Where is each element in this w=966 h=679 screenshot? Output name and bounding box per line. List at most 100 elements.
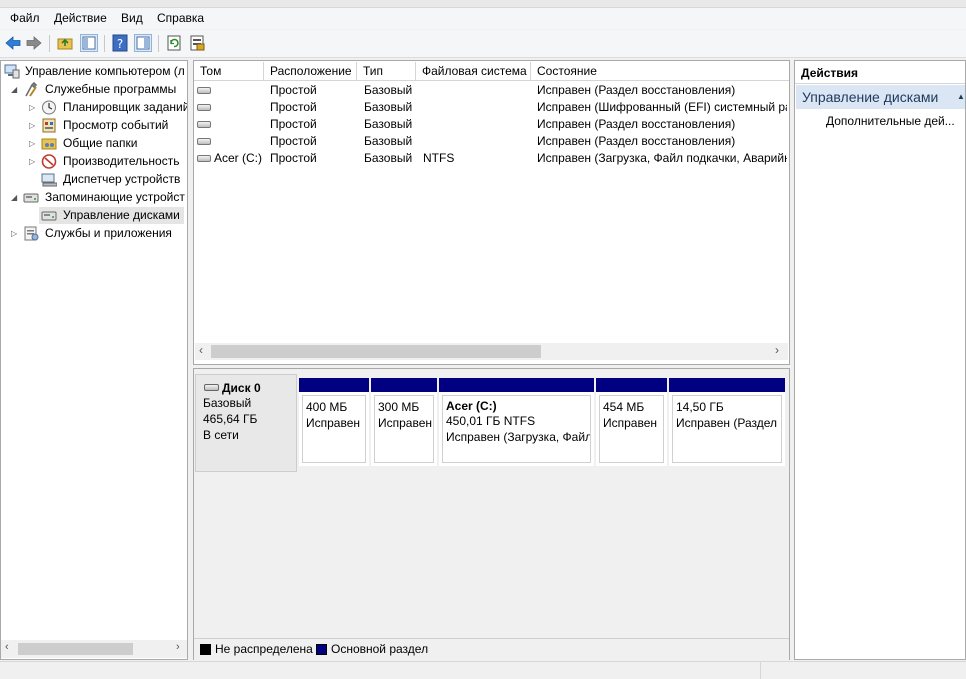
more-actions-link[interactable]: Дополнительные дей... <box>826 114 955 128</box>
table-row[interactable]: Простой Базовый Исправен (Раздел восстан… <box>194 133 788 150</box>
tree-item-label: Управление дисками <box>63 208 180 222</box>
column-header-volume[interactable]: Том <box>194 62 264 81</box>
tree-item-label: Запоминающие устройст <box>45 190 185 204</box>
legend-primary: Основной раздел <box>331 642 429 656</box>
collapse-triangle-icon[interactable]: ◢ <box>11 86 19 94</box>
refresh-icon[interactable] <box>165 34 183 52</box>
tree-item-storage[interactable]: ◢ Запоминающие устройст <box>11 189 187 206</box>
collapse-triangle-icon[interactable]: ◢ <box>11 194 19 202</box>
column-header-status[interactable]: Состояние <box>531 62 789 81</box>
computer-management-icon <box>4 64 20 79</box>
cell-volume: Acer (C:) <box>214 151 262 165</box>
svg-text:?: ? <box>117 37 123 51</box>
up-folder-icon[interactable] <box>56 34 74 52</box>
table-row[interactable]: Простой Базовый Исправен (Раздел восстан… <box>194 82 788 99</box>
actions-header: Действия <box>795 61 965 84</box>
scroll-thumb[interactable] <box>18 643 133 655</box>
primary-partition-swatch <box>316 644 327 655</box>
tree-item-device-manager[interactable]: Диспетчер устройств <box>29 171 187 188</box>
back-arrow-icon[interactable] <box>4 34 22 52</box>
clock-icon <box>41 100 57 115</box>
tree-item-services-applications[interactable]: ▷ Службы и приложения <box>11 225 187 242</box>
actions-header-label: Действия <box>801 66 859 80</box>
tree-item-label: Служебные программы <box>45 82 177 96</box>
scroll-right-arrow-icon[interactable]: › <box>176 641 180 653</box>
section-collapse-triangle-icon[interactable]: ▲ <box>957 92 965 101</box>
disk-0-label[interactable]: Диск 0 Базовый 465,64 ГБ В сети <box>195 374 297 472</box>
partition-1[interactable]: 400 МБ Исправен <box>299 378 369 466</box>
unallocated-swatch <box>200 644 211 655</box>
cell-type: Базовый <box>364 83 413 97</box>
expand-triangle-icon[interactable]: ▷ <box>29 104 37 112</box>
export-list-icon[interactable] <box>188 34 206 52</box>
table-row[interactable]: Acer (C:) Простой Базовый NTFS Исправен … <box>194 150 788 167</box>
window-title-strip <box>0 0 966 8</box>
cell-status: Исправен (Раздел восстановления) <box>537 83 736 97</box>
help-icon[interactable]: ? <box>111 34 129 52</box>
volume-drive-icon <box>197 138 211 145</box>
menu-action[interactable]: Действие <box>54 11 107 25</box>
cell-layout: Простой <box>270 134 317 148</box>
tree-item-task-scheduler[interactable]: ▷ Планировщик заданий <box>29 99 187 116</box>
cell-status: Исправен (Шифрованный (EFI) системный ра <box>537 100 787 114</box>
disk-type: Базовый <box>203 396 252 410</box>
legend-unallocated: Не распределена <box>215 642 313 656</box>
tools-icon <box>23 81 39 97</box>
storage-icon <box>23 190 39 205</box>
disk-status: В сети <box>203 428 239 442</box>
cell-type: Базовый <box>364 100 413 114</box>
forward-arrow-icon[interactable] <box>25 34 43 52</box>
partition-size: 14,50 ГБ <box>676 400 724 414</box>
partition-body: 400 МБ Исправен <box>302 395 366 463</box>
tree-item-label: Производительность <box>63 154 180 168</box>
expand-triangle-icon[interactable]: ▷ <box>29 158 37 166</box>
primary-partition-bar <box>299 378 369 392</box>
tree-item-event-viewer[interactable]: ▷ Просмотр событий <box>29 117 187 134</box>
column-header-layout[interactable]: Расположение <box>264 62 357 81</box>
expand-triangle-icon[interactable]: ▷ <box>29 122 37 130</box>
menu-file[interactable]: Файл <box>10 11 40 25</box>
partition-acer-c[interactable]: Acer (C:) 450,01 ГБ NTFS Исправен (Загру… <box>439 378 594 466</box>
partition-5[interactable]: 14,50 ГБ Исправен (Раздел <box>669 378 785 466</box>
partition-size: 400 МБ <box>306 400 348 414</box>
cell-status: Исправен (Загрузка, Файл подкачки, Авари… <box>537 151 787 165</box>
menu-help[interactable]: Справка <box>157 11 204 25</box>
list-horizontal-scrollbar[interactable]: ‹ › <box>195 343 788 360</box>
tree-item-performance[interactable]: ▷ Производительность <box>29 153 187 170</box>
expand-triangle-icon[interactable]: ▷ <box>29 140 37 148</box>
primary-partition-bar <box>669 378 785 392</box>
column-header-filesystem[interactable]: Файловая система <box>416 62 531 81</box>
cell-type: Базовый <box>364 117 413 131</box>
volume-drive-icon <box>197 121 211 128</box>
partition-4[interactable]: 454 МБ Исправен <box>596 378 667 466</box>
volume-drive-icon <box>197 155 211 162</box>
partition-body: 300 МБ Исправен <box>374 395 434 463</box>
tree-item-label: Просмотр событий <box>63 118 169 132</box>
cell-filesystem: NTFS <box>423 151 455 165</box>
tree-item-disk-management[interactable]: Управление дисками <box>39 207 184 224</box>
menu-view[interactable]: Вид <box>121 11 143 25</box>
cell-layout: Простой <box>270 83 317 97</box>
scroll-left-arrow-icon[interactable]: ‹ <box>199 343 203 357</box>
tree-item-computer-management[interactable]: Управление компьютером (л <box>4 63 187 80</box>
menu-bar: Файл Действие Вид Справка <box>0 8 966 29</box>
scroll-right-arrow-icon[interactable]: › <box>775 343 779 357</box>
table-row[interactable]: Простой Базовый Исправен (Шифрованный (E… <box>194 99 788 116</box>
show-hide-tree-icon[interactable] <box>80 34 98 52</box>
show-hide-action-pane-icon[interactable] <box>134 34 152 52</box>
scroll-thumb[interactable] <box>211 345 541 358</box>
partition-size: 450,01 ГБ NTFS <box>446 414 536 428</box>
scroll-left-arrow-icon[interactable]: ‹ <box>5 641 9 653</box>
toolbar-separator <box>49 35 50 52</box>
tree-item-label: Управление компьютером (л <box>25 64 185 78</box>
table-row[interactable]: Простой Базовый Исправен (Раздел восстан… <box>194 116 788 133</box>
partition-2[interactable]: 300 МБ Исправен <box>371 378 437 466</box>
actions-section-disk-management[interactable]: Управление дисками ▲ <box>796 85 965 109</box>
partition-body: 454 МБ Исправен <box>599 395 664 463</box>
tree-item-system-tools[interactable]: ◢ Служебные программы <box>11 81 187 98</box>
tree-horizontal-scrollbar[interactable]: ‹ › <box>1 640 187 658</box>
column-header-type[interactable]: Тип <box>357 62 416 81</box>
console-tree: Управление компьютером (л ◢ Служебные пр… <box>0 60 188 660</box>
expand-triangle-icon[interactable]: ▷ <box>11 230 19 238</box>
tree-item-shared-folders[interactable]: ▷ Общие папки <box>29 135 187 152</box>
